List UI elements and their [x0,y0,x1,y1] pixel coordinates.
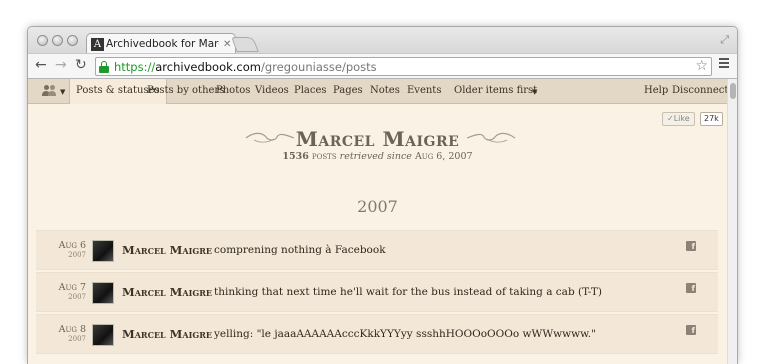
url-path: /gregouniasse/posts [261,59,377,74]
since-date: Aug 6, 2007 [414,151,473,162]
scrollbar[interactable] [727,79,737,364]
retrieved-text: retrieved since [339,151,412,162]
post-text: comprening nothing à Facebook [214,244,386,256]
post-year: 2007 [68,293,86,301]
tab-photos[interactable]: Photos [216,85,250,96]
posts-word: posts [311,151,337,162]
favicon-icon: A [91,37,104,51]
forward-arrow-icon[interactable]: → [55,57,67,73]
post-date: Aug 6 2007 [42,240,86,259]
post-count: 1536 [282,151,309,162]
menu-icon[interactable] [719,58,729,70]
profile-name: Marcel Maigre [295,127,460,151]
avatar[interactable] [92,324,114,346]
address-bar[interactable]: https://archivedbook.com/gregouniasse/po… [95,57,712,76]
post-author[interactable]: Marcel Maigre [122,243,212,257]
tab-places[interactable]: Places [294,85,327,96]
post-day: Aug 8 [58,324,86,335]
reload-icon[interactable]: ↻ [75,57,87,73]
year-heading: 2007 [357,197,398,216]
profile-header: Marcel Maigre 1536 posts retrieved since… [28,127,727,162]
zoom-window-button[interactable] [67,35,78,46]
facebook-icon[interactable]: f [686,283,696,293]
scroll-thumb[interactable] [730,83,736,99]
people-icon[interactable] [42,85,60,97]
list-item: Aug 6 2007 Marcel Maigre comprening noth… [36,230,718,270]
tab-posts-by-others[interactable]: Posts by others [147,85,224,96]
disconnect-link[interactable]: Disconnect [672,85,728,96]
lock-icon [99,60,109,73]
chevron-down-icon[interactable]: ▼ [60,88,65,96]
title-bar: A Archivedbook for Marcel Ma ✕ ⤢ [28,27,737,54]
post-year: 2007 [68,335,86,343]
tab-videos[interactable]: Videos [255,85,289,96]
list-item: Aug 7 2007 Marcel Maigre thinking that n… [36,272,718,312]
order-select[interactable]: Older items first [454,85,537,96]
post-day: Aug 6 [58,240,86,251]
star-icon[interactable]: ☆ [695,58,708,74]
tab-close-icon[interactable]: ✕ [223,39,231,50]
avatar[interactable] [92,240,114,262]
post-year: 2007 [68,251,86,259]
url-scheme: https:// [114,59,156,74]
facebook-icon[interactable]: f [686,325,696,335]
like-count: 27k [700,112,723,126]
help-link[interactable]: Help [644,85,668,96]
minimize-window-button[interactable] [52,35,63,46]
post-author[interactable]: Marcel Maigre [122,327,212,341]
post-author[interactable]: Marcel Maigre [122,285,212,299]
post-day: Aug 7 [58,282,86,293]
site-navigation: ▼ Posts & statuses Posts by others Photo… [28,79,728,104]
post-date: Aug 8 2007 [42,324,86,343]
order-chevron-down-icon[interactable]: ▼ [532,88,537,96]
like-button[interactable]: ✓Like [662,112,695,126]
facebook-icon[interactable]: f [686,241,696,251]
browser-toolbar: ← → ↻ https://archivedbook.com/gregounia… [28,53,737,79]
profile-subtitle: 1536 posts retrieved since Aug 6, 2007 [28,151,727,162]
close-window-button[interactable] [37,35,48,46]
tab-notes[interactable]: Notes [370,85,400,96]
avatar[interactable] [92,282,114,304]
post-text: thinking that next time he'll wait for t… [214,286,603,298]
page-viewport: ▼ Posts & statuses Posts by others Photo… [28,79,737,364]
url-host: archivedbook.com [155,59,261,74]
tab-pages[interactable]: Pages [333,85,363,96]
post-text: yelling: "le jaaaAAAAAAcccKkkYYYyy ssshh… [214,328,596,340]
post-date: Aug 7 2007 [42,282,86,301]
tab-title: Archivedbook for Marcel Ma [106,38,219,50]
back-arrow-icon[interactable]: ← [35,57,47,73]
list-item: Aug 8 2007 Marcel Maigre yelling: "le ja… [36,314,718,354]
fullscreen-icon[interactable]: ⤢ [720,33,729,47]
browser-tab[interactable]: A Archivedbook for Marcel Ma ✕ [86,33,236,54]
new-tab-button[interactable] [231,37,259,52]
browser-window: A Archivedbook for Marcel Ma ✕ ⤢ ← → ↻ h… [27,26,738,364]
tab-events[interactable]: Events [407,85,441,96]
